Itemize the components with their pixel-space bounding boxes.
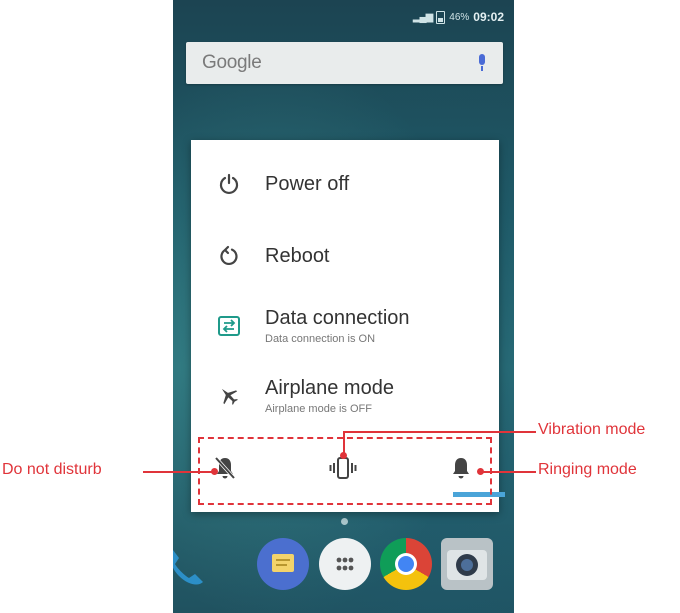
power-off-label: Power off bbox=[265, 172, 350, 195]
power-icon bbox=[215, 170, 243, 198]
do-not-disturb-pointer-dot bbox=[211, 468, 218, 475]
airplane-mode-status: Airplane mode is OFF bbox=[265, 403, 372, 415]
phone-screen: ▂▄▆ 46% 09:02 Google Power off Reboot Da… bbox=[173, 0, 514, 613]
vibration-mode-pointer-dot bbox=[340, 452, 347, 459]
camera-app-icon[interactable] bbox=[441, 538, 493, 590]
reboot-icon bbox=[215, 242, 243, 270]
google-logo: Google bbox=[202, 52, 262, 73]
airplane-icon bbox=[215, 382, 243, 410]
do-not-disturb-leader-line bbox=[143, 471, 215, 473]
google-search-bar[interactable]: Google bbox=[186, 42, 503, 84]
airplane-mode-option[interactable]: Airplane mode Airplane mode is OFF bbox=[191, 366, 499, 426]
ringing-mode-leader-line bbox=[482, 471, 536, 473]
app-dock bbox=[173, 538, 514, 598]
chrome-app-icon[interactable] bbox=[380, 538, 432, 590]
data-connection-icon bbox=[215, 312, 243, 340]
airplane-mode-label: Airplane mode bbox=[265, 377, 394, 399]
battery-icon bbox=[436, 10, 446, 24]
page-indicator bbox=[341, 518, 348, 525]
vibration-mode-annotation: Vibration mode bbox=[538, 421, 646, 438]
messages-app-icon[interactable] bbox=[257, 538, 309, 590]
data-connection-status: Data connection is ON bbox=[265, 333, 376, 345]
phone-app-icon[interactable] bbox=[173, 544, 207, 592]
sound-modes-highlight-box bbox=[198, 437, 492, 505]
signal-icon: ▂▄▆ bbox=[412, 11, 433, 23]
power-off-option[interactable]: Power off bbox=[191, 154, 499, 214]
status-bar: ▂▄▆ 46% 09:02 bbox=[173, 0, 514, 34]
vibration-mode-leader-line bbox=[343, 431, 536, 433]
reboot-label: Reboot bbox=[265, 244, 330, 267]
data-connection-option[interactable]: Data connection Data connection is ON bbox=[191, 296, 499, 356]
clock: 09:02 bbox=[473, 10, 504, 24]
data-connection-label: Data connection bbox=[265, 307, 410, 329]
battery-percent: 46% bbox=[449, 11, 470, 23]
ringing-mode-annotation: Ringing mode bbox=[538, 461, 637, 478]
mic-icon[interactable] bbox=[477, 54, 487, 72]
do-not-disturb-annotation: Do not disturb bbox=[2, 461, 102, 478]
ringing-mode-pointer-dot bbox=[477, 468, 484, 475]
app-drawer-icon[interactable] bbox=[319, 538, 371, 590]
reboot-option[interactable]: Reboot bbox=[191, 226, 499, 286]
